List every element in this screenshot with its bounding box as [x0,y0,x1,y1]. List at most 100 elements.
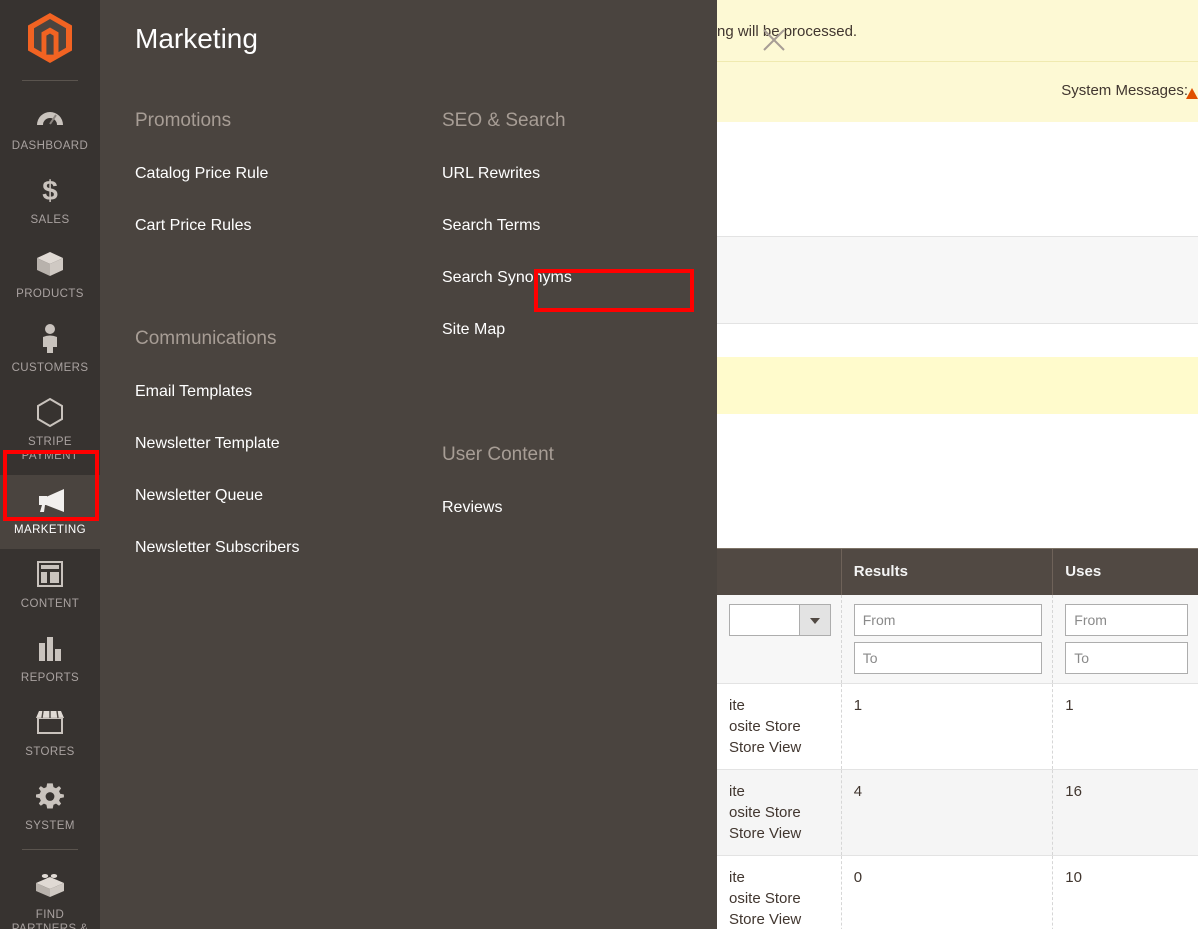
system-messages-bar[interactable]: System Messages: [717,62,1198,123]
table-row[interactable]: ite osite Store Store View 4 16 [717,770,1198,856]
table-row[interactable]: ite osite Store Store View 1 1 [717,684,1198,770]
menu-column-1: Promotions Catalog Price Rule Cart Price… [135,110,425,558]
gear-icon [4,781,96,811]
menu-group-title-user-content: User Content [442,444,554,465]
sidebar-item-label: PRODUCTS [16,288,84,300]
store-line: Store View [729,739,802,756]
cell-uses: 10 [1052,856,1198,929]
chevron-down-icon[interactable] [798,604,831,636]
sidebar-item-label: CONTENT [20,598,80,610]
results-from-input[interactable] [853,604,1043,636]
layout-icon [4,559,96,589]
magento-logo-icon [28,13,72,63]
page-title: Marketing [135,23,258,54]
menu-link-catalog-price-rule[interactable]: Catalog Price Rule [135,164,425,184]
storefront-icon [4,707,96,737]
svg-text:$: $ [42,175,58,205]
page-spacer-area [717,324,1198,357]
dollar-icon: $ [4,175,96,205]
sidebar-item-find-partners-extensions[interactable]: FIND PARTNERS & EXTENSIONS [0,860,100,929]
menu-link-url-rewrites[interactable]: URL Rewrites [442,164,712,184]
sidebar-item-content[interactable]: CONTENT [0,549,100,623]
menu-link-site-map[interactable]: Site Map [442,320,712,340]
box-icon [4,249,96,279]
store-line: ite [729,783,745,800]
sidebar-item-stores[interactable]: STORES [0,697,100,771]
message-banner-text: ng will be processed. [717,23,858,40]
store-line: Store View [729,825,802,842]
store-line: osite Store [729,718,801,735]
sidebar-item-marketing[interactable]: MARKETING [0,475,100,549]
cell-uses: 1 [1052,684,1198,769]
grid-header-row: Results Uses [717,548,1198,595]
filter-cell-store [717,595,841,683]
sidebar-item-label: STORES [25,746,75,758]
uses-to-input[interactable] [1065,642,1188,674]
sidebar-item-label: MARKETING [14,524,86,536]
admin-sidebar: DASHBOARD $ SALES PRODUCTS CUSTOMERS STR… [0,0,100,929]
grid-column-header-uses[interactable]: Uses [1052,549,1198,595]
sidebar-divider [22,80,78,81]
grid-filter-row [717,595,1198,684]
sidebar-item-products[interactable]: PRODUCTS [0,239,100,313]
menu-link-newsletter-template[interactable]: Newsletter Template [135,434,425,454]
sidebar-item-label: SALES [30,214,70,226]
results-to-input[interactable] [853,642,1043,674]
sidebar-item-system[interactable]: SYSTEM [0,771,100,845]
sidebar-item-dashboard[interactable]: DASHBOARD [0,91,100,165]
cell-results: 4 [840,770,1053,855]
sidebar-item-sales[interactable]: $ SALES [0,165,100,239]
cell-store: ite osite Store Store View [717,856,841,929]
sidebar-item-reports[interactable]: REPORTS [0,623,100,697]
sidebar-item-label: SYSTEM [25,820,75,832]
menu-link-email-templates[interactable]: Email Templates [135,382,425,402]
sidebar-item-label: REPORTS [20,672,80,684]
menu-group-spacer [442,372,712,444]
uses-from-input[interactable] [1065,604,1188,636]
hexagon-icon [4,397,96,427]
cell-store: ite osite Store Store View [717,770,841,855]
store-filter-select[interactable] [729,604,831,636]
store-line: osite Store [729,804,801,821]
filter-cell-uses [1052,595,1198,683]
menu-link-search-terms[interactable]: Search Terms [442,216,712,236]
gauge-icon [4,101,96,131]
store-line: ite [729,869,745,886]
menu-column-2: SEO & Search URL Rewrites Search Terms S… [442,110,712,518]
close-icon[interactable] [761,27,787,53]
sidebar-item-label: FIND PARTNERS & EXTENSIONS [11,909,89,929]
bar-chart-icon [4,633,96,663]
system-messages-label: System Messages: [1061,82,1188,99]
screen-root: ng will be processed. System Messages: R… [0,0,1198,929]
store-line: Store View [729,911,802,928]
grid-column-header-results[interactable]: Results [840,549,1053,595]
menu-link-cart-price-rules[interactable]: Cart Price Rules [135,216,425,236]
sidebar-item-customers[interactable]: CUSTOMERS [0,313,100,387]
search-terms-grid: Results Uses From To From To ite osite S… [717,548,1198,929]
cell-uses: 16 [1052,770,1198,855]
grid-controls-area [717,414,1198,548]
menu-group-spacer [135,268,425,328]
sidebar-divider-bottom [22,849,78,850]
warning-triangle-icon [1186,88,1198,99]
menu-link-reviews[interactable]: Reviews [442,498,712,518]
menu-link-newsletter-queue[interactable]: Newsletter Queue [135,486,425,506]
message-banner-top: ng will be processed. [717,0,1198,62]
filter-cell-results [840,595,1053,683]
sidebar-item-label: DASHBOARD [11,140,89,152]
menu-link-search-synonyms[interactable]: Search Synonyms [442,268,712,288]
marketing-menu-panel: Marketing Promotions Catalog Price Rule … [100,0,785,929]
menu-group-title-promotions: Promotions [135,110,232,131]
table-row[interactable]: ite osite Store Store View 0 10 [717,856,1198,929]
grid-column-header-store[interactable] [717,549,841,595]
menu-link-newsletter-subscribers[interactable]: Newsletter Subscribers [135,538,425,558]
menu-group-title-communications: Communications [135,328,277,349]
page-toolbar-area [717,237,1198,324]
megaphone-icon [4,485,96,515]
menu-group-title-seo-search: SEO & Search [442,110,566,131]
store-line: osite Store [729,890,801,907]
page-notice-area [717,357,1198,414]
magento-logo[interactable] [0,0,100,76]
sidebar-item-stripe-payment[interactable]: STRIPE PAYMENT [0,387,100,475]
sidebar-item-label: CUSTOMERS [11,362,89,374]
